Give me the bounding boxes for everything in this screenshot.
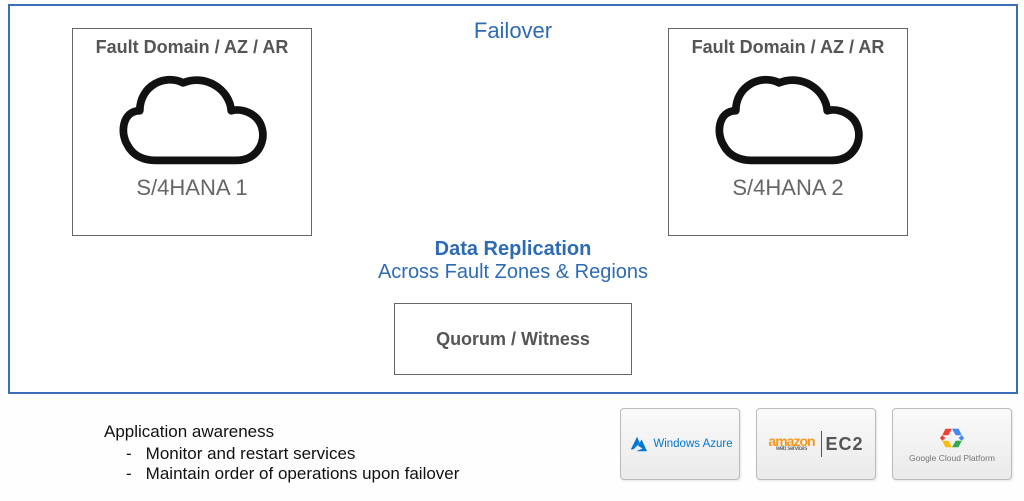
azure-label: Windows Azure	[653, 438, 732, 450]
cloud-icon	[73, 66, 311, 171]
gcp-label: Google Cloud Platform	[909, 453, 995, 463]
fault-domain-left: Fault Domain / AZ / AR S/4HANA 1	[72, 28, 312, 236]
provider-azure: Windows Azure	[620, 408, 740, 480]
provider-gcp: Google Cloud Platform	[892, 408, 1012, 480]
provider-row: Windows Azure amazon web services EC2 Go	[620, 408, 1012, 480]
data-replication-block: Data Replication Across Fault Zones & Re…	[313, 238, 713, 284]
instance-label-right: S/4HANA 2	[669, 175, 907, 201]
awareness-heading: Application awareness	[104, 422, 459, 442]
fault-domain-right-title: Fault Domain / AZ / AR	[669, 37, 907, 58]
azure-icon	[627, 435, 649, 453]
quorum-box: Quorum / Witness	[394, 303, 632, 375]
data-replication-subtitle: Across Fault Zones & Regions	[313, 261, 713, 284]
application-awareness: Application awareness Monitor and restar…	[104, 422, 459, 484]
awareness-bullet-text: Monitor and restart services	[146, 444, 356, 464]
awareness-bullet: Monitor and restart services	[126, 444, 459, 464]
gcp-icon	[938, 425, 966, 451]
fault-domain-right: Fault Domain / AZ / AR S/4HANA 2	[668, 28, 908, 236]
awareness-bullet: Maintain order of operations upon failov…	[126, 464, 459, 484]
aws-sub: web services	[776, 446, 807, 452]
main-frame: Failover Fault Domain / AZ / AR S/4HANA …	[8, 4, 1018, 394]
divider	[821, 431, 822, 457]
aws-top: amazon	[768, 436, 814, 446]
provider-aws: amazon web services EC2	[756, 408, 876, 480]
awareness-bullet-text: Maintain order of operations upon failov…	[146, 464, 460, 484]
quorum-title: Quorum / Witness	[436, 329, 590, 350]
aws-ec2-label: EC2	[826, 434, 864, 455]
failover-title: Failover	[474, 18, 552, 44]
fault-domain-left-title: Fault Domain / AZ / AR	[73, 37, 311, 58]
data-replication-title: Data Replication	[313, 238, 713, 261]
aws-logo-icon: amazon web services	[768, 436, 814, 452]
instance-label-left: S/4HANA 1	[73, 175, 311, 201]
cloud-icon	[669, 66, 907, 171]
